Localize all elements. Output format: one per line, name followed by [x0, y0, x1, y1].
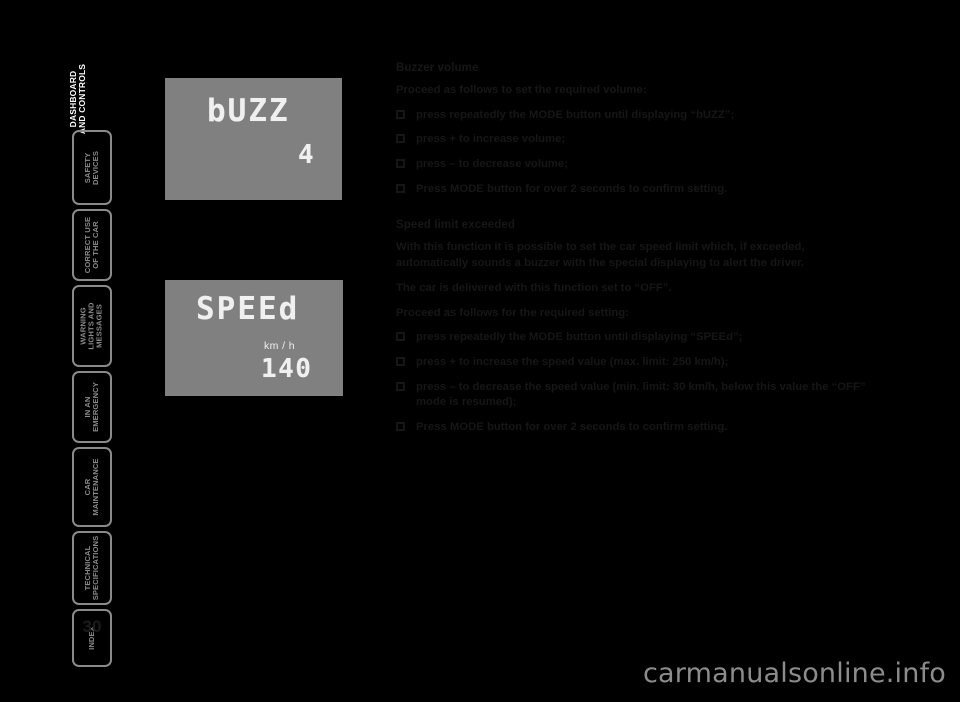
page-number: 30 — [82, 617, 102, 636]
speed-limit-paragraph-2: The car is delivered with this function … — [396, 281, 672, 294]
square-bullet-icon — [396, 356, 405, 366]
buzzer-steps-list: press repeatedly the MODE button until d… — [396, 108, 878, 198]
site-watermark: carmanualsonline.info — [643, 658, 946, 689]
list-item-text: press – to decrease volume; — [416, 158, 568, 171]
speed-display-value: 140 — [261, 354, 313, 384]
sidebar-tab-safety-devices[interactable]: SAFETY DEVICES — [72, 130, 112, 205]
tab-label-group: IN AN EMERGENCY — [83, 382, 100, 432]
list-item-text: press repeatedly the MODE button until d… — [416, 331, 743, 344]
speed-limit-intro-text: Proceed as follows for the required sett… — [396, 306, 629, 319]
list-item-text: press repeatedly the MODE button until d… — [416, 108, 735, 121]
tab-label-group: WARNING LIGHTS AND MESSAGES — [79, 302, 105, 349]
chapter-title-line-2: AND CONTROLS — [77, 63, 87, 135]
tab-label-group: CORRECT USE OF THE CAR — [83, 217, 100, 273]
section-heading-buzzer-volume: Buzzer volume — [396, 62, 479, 74]
tab-label-line: SPECIFICATIONS — [91, 535, 100, 601]
sidebar-tab-car-maintenance[interactable]: CAR MAINTENANCE — [72, 447, 112, 527]
list-item-text: press + to increase the speed value (max… — [416, 355, 729, 368]
list-item-text: Press MODE button for over 2 seconds to … — [416, 182, 728, 195]
buzzer-display-value: 4 — [298, 140, 315, 170]
chapter-sidebar: DASHBOARD AND CONTROLS SAFETY DEVICES CO… — [55, 52, 117, 667]
square-bullet-icon — [396, 134, 405, 144]
speed-limit-paragraph-1: With this function it is possible to set… — [396, 241, 805, 270]
list-item-text: press – to decrease the speed value (min… — [416, 380, 866, 409]
speed-limit-display-figure: SPEEd km / h 140 — [165, 280, 343, 396]
section-heading-speed-limit-exceeded: Speed limit exceeded — [396, 219, 515, 232]
tab-label-line: MAINTENANCE — [91, 458, 100, 516]
sidebar-tab-correct-use-of-the-car[interactable]: CORRECT USE OF THE CAR — [72, 209, 112, 281]
list-item: press repeatedly the MODE button until d… — [396, 108, 878, 124]
tab-label-line: OF THE CAR — [91, 221, 100, 269]
buzzer-display-figure: bUZZ 4 — [165, 78, 342, 200]
speed-display-label: SPEEd — [196, 291, 300, 327]
sidebar-tab-in-an-emergency[interactable]: IN AN EMERGENCY — [72, 371, 112, 443]
speed-display-unit: km / h — [264, 340, 295, 352]
tab-label-group: SAFETY DEVICES — [83, 150, 100, 185]
square-bullet-icon — [396, 109, 405, 119]
main-content: Buzzer volume Proceed as follows to set … — [396, 62, 878, 445]
tab-label-line: DEVICES — [91, 150, 100, 185]
square-bullet-icon — [396, 381, 405, 391]
list-item: Press MODE button for over 2 seconds to … — [396, 182, 878, 198]
buzzer-intro-text: Proceed as follows to set the required v… — [396, 84, 647, 96]
square-bullet-icon — [396, 421, 405, 431]
tab-label-group: CAR MAINTENANCE — [83, 458, 100, 516]
square-bullet-icon — [396, 332, 405, 342]
sidebar-tab-technical-specifications[interactable]: TECHNICAL SPECIFICATIONS — [72, 531, 112, 605]
list-item: press + to increase the speed value (max… — [396, 355, 878, 371]
tab-label-group: TECHNICAL SPECIFICATIONS — [83, 535, 100, 601]
list-item: press repeatedly the MODE button until d… — [396, 330, 878, 346]
buzzer-display-label: bUZZ — [207, 93, 290, 129]
list-item: press – to decrease volume; — [396, 157, 878, 173]
list-item: Press MODE button for over 2 seconds to … — [396, 420, 878, 436]
list-item-text: press + to increase volume; — [416, 133, 566, 146]
list-item: press + to increase volume; — [396, 132, 878, 148]
square-bullet-icon — [396, 159, 405, 169]
list-item: press – to decrease the speed value (min… — [396, 380, 878, 411]
tab-label-line: MESSAGES — [95, 304, 105, 348]
square-bullet-icon — [396, 183, 405, 193]
tab-label-line: EMERGENCY — [91, 382, 100, 432]
sidebar-tab-warning-lights-and-messages[interactable]: WARNING LIGHTS AND MESSAGES — [72, 285, 112, 367]
list-item-text: Press MODE button for over 2 seconds to … — [416, 420, 728, 433]
speed-limit-steps-list: press repeatedly the MODE button until d… — [396, 330, 878, 435]
